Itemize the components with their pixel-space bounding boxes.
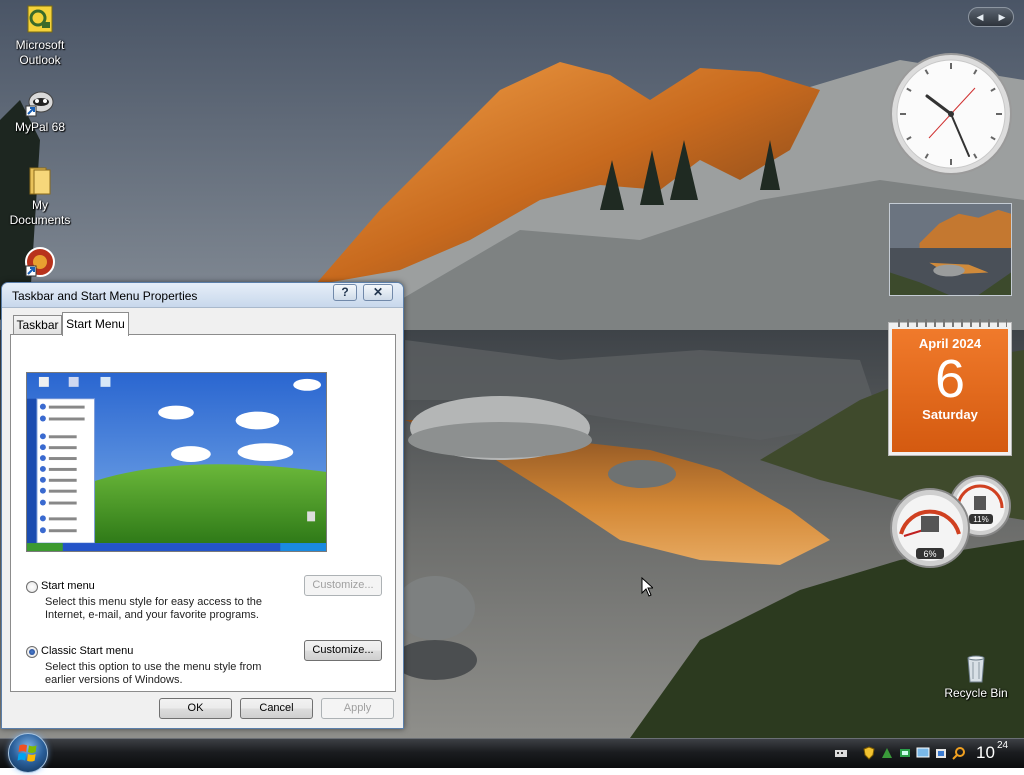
- start-menu-description: Select this menu style for easy access t…: [45, 596, 263, 621]
- outlook-icon: [27, 5, 53, 33]
- display-icon[interactable]: [916, 746, 930, 760]
- safely-remove-icon[interactable]: [898, 746, 912, 760]
- apply-button[interactable]: Apply: [321, 698, 394, 719]
- start-menu-customize-button[interactable]: Customize...: [304, 575, 382, 596]
- clock-gadget[interactable]: [889, 52, 1013, 176]
- cpu-meter-gadget[interactable]: 11% 6%: [888, 474, 1013, 570]
- desktop-icon-app[interactable]: [0, 246, 80, 280]
- classic-start-menu-radio[interactable]: [26, 646, 38, 658]
- desktop-icon-outlook[interactable]: Microsoft Outlook: [0, 4, 80, 68]
- desktop-icon-recycle-bin[interactable]: Recycle Bin: [936, 652, 1016, 701]
- desktop-icon-label: Recycle Bin: [944, 686, 1008, 700]
- previous-icon[interactable]: ◀: [977, 12, 984, 23]
- help-button[interactable]: ?: [333, 284, 357, 301]
- tab-taskbar[interactable]: Taskbar: [13, 315, 62, 335]
- desktop-icon-label: My Documents: [9, 198, 71, 227]
- system-tray: [832, 743, 1024, 765]
- tab-start-menu[interactable]: Start Menu: [62, 312, 129, 336]
- mypal-icon: [25, 91, 54, 117]
- close-button[interactable]: ✕: [363, 284, 393, 301]
- taskbar-clock-minute[interactable]: 24: [997, 741, 1008, 751]
- slideshow-gadget[interactable]: [889, 203, 1012, 296]
- start-button[interactable]: [8, 733, 48, 773]
- app-icon: [25, 247, 55, 277]
- recycle-bin-icon: [967, 655, 985, 683]
- calendar-gadget[interactable]: April 2024 6 Saturday: [888, 319, 1012, 456]
- cancel-button[interactable]: Cancel: [240, 698, 313, 719]
- security-shield-icon[interactable]: [862, 746, 876, 760]
- windows-logo-icon: [17, 744, 37, 762]
- calendar-rings: [893, 319, 1007, 327]
- calendar-face: April 2024 6 Saturday: [892, 329, 1008, 452]
- gadget-sidebar-nav[interactable]: ◀ ▶: [968, 7, 1014, 27]
- desktop-icon-mypal[interactable]: MyPal 68: [0, 86, 80, 135]
- dialog-client: Taskbar Start Menu Start menu Select thi…: [2, 307, 403, 728]
- taskbar-properties-dialog: Taskbar and Start Menu Properties ? ✕ Ta…: [1, 282, 404, 729]
- desktop-icon-label: MyPal 68: [14, 120, 66, 134]
- network-icon[interactable]: [880, 746, 894, 760]
- mouse-cursor-icon: [641, 577, 653, 597]
- folder-icon: [29, 167, 51, 195]
- cpu-meter-value: 6%: [923, 549, 936, 559]
- keyboard-icon[interactable]: [834, 746, 848, 760]
- start-menu-preview: [26, 372, 327, 552]
- dialog-title: Taskbar and Start Menu Properties: [12, 289, 198, 303]
- desktop-icon-label: Microsoft Outlook: [15, 38, 65, 67]
- classic-start-menu-label[interactable]: Classic Start menu: [41, 645, 133, 657]
- calendar-day: 6: [934, 349, 966, 409]
- search-icon[interactable]: [952, 746, 966, 760]
- dialog-titlebar[interactable]: Taskbar and Start Menu Properties ? ✕: [2, 283, 403, 307]
- desktop-icon-my-documents[interactable]: My Documents: [0, 164, 80, 228]
- next-icon[interactable]: ▶: [999, 12, 1006, 23]
- calendar-weekday: Saturday: [922, 407, 978, 422]
- ok-button[interactable]: OK: [159, 698, 232, 719]
- start-menu-tab-panel: Start menu Select this menu style for ea…: [10, 334, 396, 692]
- memory-meter-value: 11%: [973, 515, 988, 524]
- start-menu-radio[interactable]: [26, 581, 38, 593]
- classic-start-menu-customize-button[interactable]: Customize...: [304, 640, 382, 661]
- taskbar-clock-hour[interactable]: 10: [976, 742, 995, 764]
- volume-icon[interactable]: [934, 746, 948, 760]
- start-menu-label[interactable]: Start menu: [41, 580, 95, 592]
- classic-start-menu-description: Select this option to use the menu style…: [45, 661, 262, 686]
